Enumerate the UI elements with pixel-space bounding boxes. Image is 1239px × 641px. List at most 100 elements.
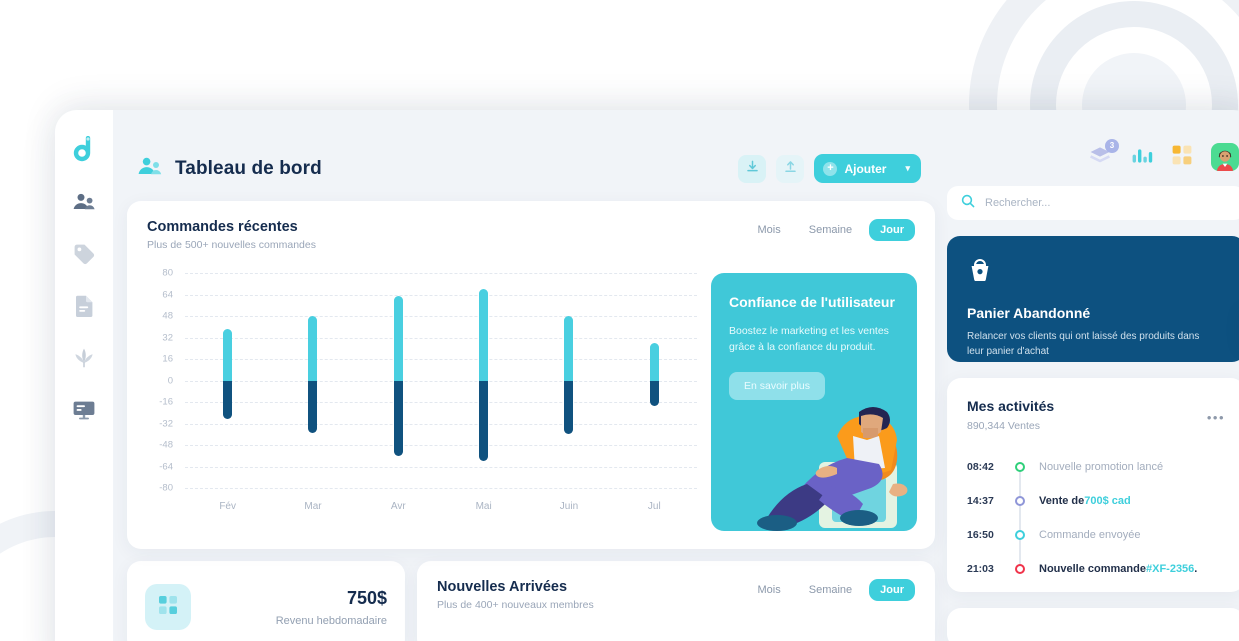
- apps-grid-icon: [1171, 144, 1193, 171]
- activity-text: Nouvelle commande#XF-2356.: [1039, 563, 1198, 575]
- more-dots-icon[interactable]: •••: [1207, 410, 1225, 425]
- recent-orders-subtitle: Plus de 500+ nouvelles commandes: [147, 239, 316, 251]
- grid-icon: [157, 594, 179, 621]
- recent-orders-card: Commandes récentes Plus de 500+ nouvelle…: [127, 201, 935, 549]
- apps-button[interactable]: [1171, 144, 1193, 171]
- x-tick-label: Jul: [647, 501, 661, 512]
- sidebar-item-logo[interactable]: [64, 132, 104, 168]
- chart-y-axis: 80 64 48 32 16 0 -16 -32 -48 -64 -80: [145, 268, 179, 494]
- left-sidebar: [55, 110, 113, 641]
- activity-text: Vente de700$ cad: [1039, 495, 1131, 507]
- download-icon: [746, 160, 759, 177]
- bar-negative: [564, 380, 574, 435]
- bar-negative: [308, 380, 318, 433]
- plus-icon: +: [823, 161, 838, 176]
- app-window: Tableau de bord + Ajouter ▾ Commandes ré…: [55, 110, 1239, 641]
- basket-icon: [967, 258, 993, 288]
- bar-positive: [393, 295, 403, 381]
- header-actions: + Ajouter ▾: [738, 154, 921, 183]
- y-tick-label: -16: [159, 396, 173, 408]
- new-arrivals-range-tabs: Mois Semaine Jour: [747, 579, 915, 601]
- new-arrivals-subtitle: Plus de 400+ nouveaux membres: [437, 599, 594, 611]
- bar-group[interactable]: [649, 273, 659, 488]
- recent-orders-header: Commandes récentes Plus de 500+ nouvelle…: [127, 201, 935, 251]
- chevron-down-icon[interactable]: ▾: [905, 163, 910, 174]
- new-arrivals-title: Nouvelles Arrivées: [437, 579, 568, 595]
- activities-subtitle: 890,344 Ventes: [967, 420, 1040, 432]
- sidebar-item-users[interactable]: [64, 184, 104, 220]
- activity-row[interactable]: 16:50 Commande envoyée: [967, 518, 1225, 552]
- activity-time: 14:37: [967, 495, 994, 507]
- bar-positive: [479, 289, 489, 381]
- activity-row[interactable]: 08:42 Nouvelle promotion lancé: [967, 450, 1225, 484]
- page-title: Tableau de bord: [175, 157, 322, 179]
- activity-text: Commande envoyée: [1039, 529, 1141, 541]
- y-tick-label: -64: [159, 461, 173, 472]
- new-arrivals-header: Nouvelles Arrivées Plus de 400+ nouveaux…: [417, 561, 935, 611]
- upload-button[interactable]: [776, 154, 805, 183]
- rail-toolbar: 3: [947, 134, 1239, 180]
- new-arrivals-card: Nouvelles Arrivées Plus de 400+ nouveaux…: [417, 561, 935, 641]
- bar-negative: [649, 380, 659, 407]
- bar-positive: [564, 316, 574, 381]
- tag-icon: [73, 243, 95, 265]
- bar-positive: [223, 329, 233, 381]
- tab-semaine[interactable]: Semaine: [798, 219, 863, 241]
- revenue-label: Revenu hebdomadaire: [275, 614, 387, 627]
- arrivals-tab-mois[interactable]: Mois: [747, 579, 792, 601]
- abandoned-cart-title: Panier Abandonné: [967, 305, 1091, 321]
- add-button-label: Ajouter: [844, 161, 887, 176]
- screen: Tableau de bord + Ajouter ▾ Commandes ré…: [0, 0, 1239, 641]
- activity-status-dot: [1015, 564, 1025, 574]
- arrivals-tab-semaine[interactable]: Semaine: [798, 579, 863, 601]
- tab-jour[interactable]: Jour: [869, 219, 915, 241]
- user-avatar[interactable]: [1211, 143, 1239, 171]
- y-tick-label: 48: [162, 310, 173, 322]
- page-title-icon: [137, 156, 163, 181]
- activity-accent: 700$ cad: [1084, 495, 1131, 507]
- bar-group[interactable]: [393, 273, 403, 488]
- activity-text: Nouvelle promotion lancé: [1039, 461, 1164, 473]
- sidebar-item-monitor[interactable]: [64, 392, 104, 428]
- arrivals-tab-jour[interactable]: Jour: [869, 579, 915, 601]
- sidebar-item-tag[interactable]: [64, 236, 104, 272]
- layers-button[interactable]: 3: [1089, 138, 1119, 170]
- chart-bars: [185, 273, 697, 488]
- activity-time: 21:03: [967, 563, 994, 575]
- bar-group[interactable]: [223, 273, 233, 488]
- activity-time: 16:50: [967, 529, 994, 541]
- analytics-button[interactable]: [1131, 146, 1153, 169]
- monitor-icon: [72, 400, 96, 420]
- y-tick-label: 32: [162, 332, 173, 343]
- add-button[interactable]: + Ajouter ▾: [814, 154, 921, 183]
- y-tick-label: 0: [167, 375, 173, 386]
- weekly-revenue-card: 750$ Revenu hebdomadaire: [127, 561, 405, 641]
- chart-x-axis: Fév Mar Avr Mai Juin Jul: [185, 501, 697, 512]
- activity-row[interactable]: 21:03 Nouvelle commande#XF-2356.: [967, 552, 1225, 586]
- y-tick-label: -32: [159, 418, 173, 429]
- bar-group[interactable]: [479, 273, 489, 488]
- activity-row[interactable]: 14:37 Vente de700$ cad: [967, 484, 1225, 518]
- download-button[interactable]: [738, 154, 767, 183]
- right-rail: 3 Rechercher... Panier Abandonné Relance…: [947, 122, 1239, 641]
- revenue-icon-box: [145, 584, 191, 630]
- search-box[interactable]: [947, 186, 1239, 220]
- x-tick-label: Mar: [304, 501, 322, 512]
- promo-illustration: [733, 366, 917, 531]
- x-tick-label: Juin: [559, 501, 579, 512]
- revenue-values: 750$ Revenu hebdomadaire: [276, 588, 387, 627]
- tab-mois[interactable]: Mois: [747, 219, 792, 241]
- gridline: [185, 488, 697, 489]
- activity-status-dot: [1015, 462, 1025, 472]
- page-header: Tableau de bord + Ajouter ▾: [127, 122, 935, 195]
- search-input[interactable]: [985, 197, 1231, 209]
- abandoned-cart-card: Panier Abandonné Relancer vos clients qu…: [947, 236, 1239, 362]
- bar-group[interactable]: [308, 273, 318, 488]
- activity-status-dot: [1015, 530, 1025, 540]
- sidebar-item-leaf[interactable]: [64, 340, 104, 376]
- content-column: Tableau de bord + Ajouter ▾ Commandes ré…: [127, 122, 935, 641]
- revenue-amount: 750$: [346, 587, 387, 608]
- sidebar-item-document[interactable]: [64, 288, 104, 324]
- x-tick-label: Avr: [390, 501, 406, 512]
- bar-group[interactable]: [564, 273, 574, 488]
